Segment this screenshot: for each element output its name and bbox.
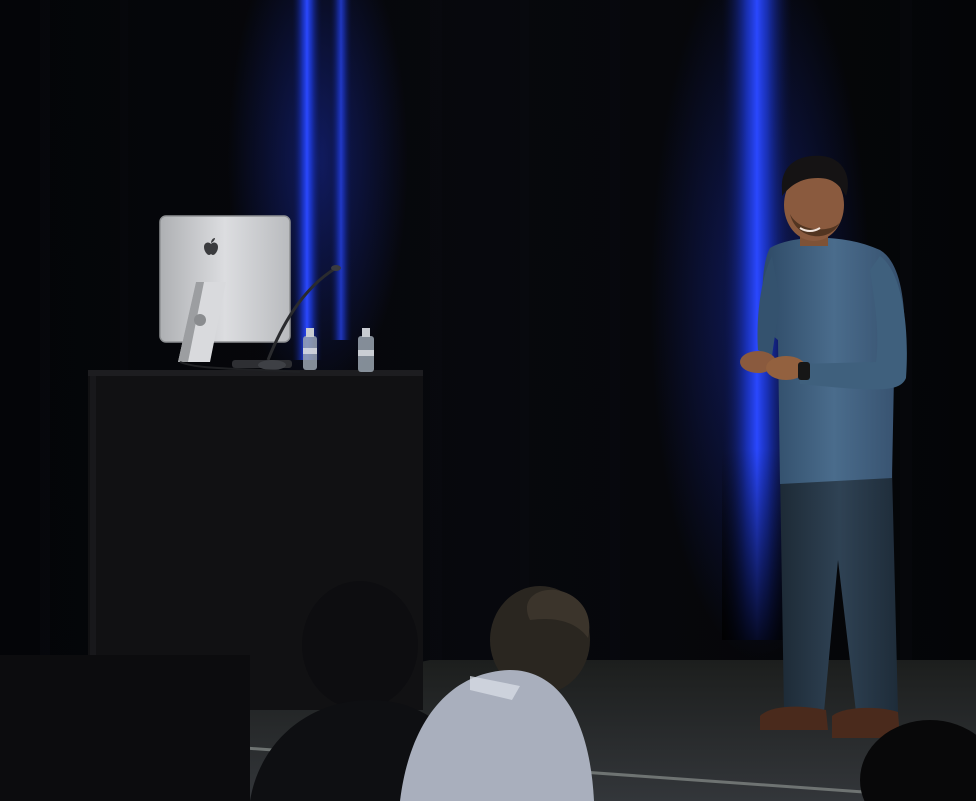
microphone-head bbox=[331, 265, 341, 271]
left-shoe bbox=[760, 706, 828, 730]
stage-illustration bbox=[0, 0, 976, 801]
wristwatch bbox=[798, 362, 810, 380]
mouse bbox=[258, 360, 286, 370]
imac-monitor bbox=[159, 215, 291, 362]
stage-scene bbox=[0, 0, 976, 801]
audience-head-left bbox=[302, 581, 418, 709]
audience-seat bbox=[0, 655, 250, 801]
